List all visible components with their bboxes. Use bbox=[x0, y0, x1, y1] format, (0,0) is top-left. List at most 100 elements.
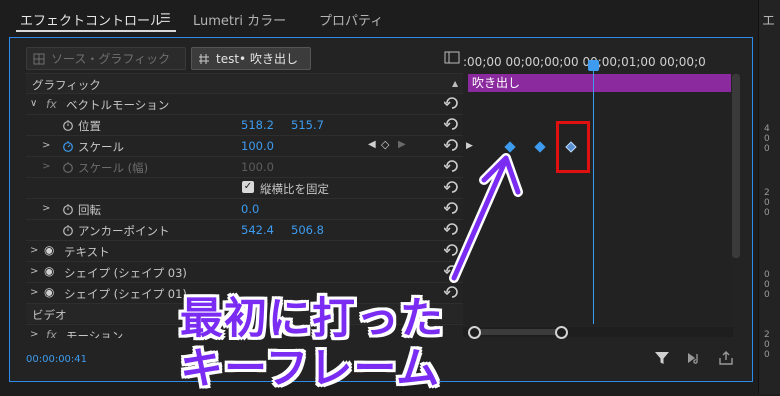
annotation-arrow-icon bbox=[449, 153, 523, 283]
stopwatch-icon[interactable] bbox=[62, 203, 74, 215]
text-layer-row: > ◉ テキスト bbox=[26, 240, 463, 260]
zoom-handle-left[interactable] bbox=[468, 326, 481, 339]
scale-width-row: > スケール (幅) 100.0 bbox=[26, 156, 463, 176]
vector-motion-label: ベクトルモーション bbox=[66, 98, 170, 112]
add-keyframe-icon[interactable]: ◇ bbox=[381, 138, 389, 151]
keyframe-marker[interactable] bbox=[534, 141, 546, 153]
reset-icon[interactable] bbox=[444, 118, 460, 131]
stopwatch-active-icon[interactable] bbox=[62, 140, 74, 152]
play-audio-icon[interactable] bbox=[686, 350, 702, 366]
expand-chevron-icon[interactable]: > bbox=[42, 203, 50, 214]
shape-layer-label: シェイプ (シェイプ 03) bbox=[64, 266, 187, 280]
tab-effect-controls[interactable]: エフェクトコントロール bbox=[20, 10, 163, 29]
shape-layer-label: シェイプ (シェイプ 01) bbox=[64, 287, 187, 301]
graphic-section-label: グラフィック bbox=[32, 78, 101, 92]
sequence-icon bbox=[199, 53, 209, 64]
expand-chevron-icon[interactable]: > bbox=[30, 287, 38, 298]
graphic-section-header[interactable]: グラフィック ▲ bbox=[26, 73, 463, 93]
fx-icon[interactable]: fx bbox=[46, 328, 57, 338]
tab-properties[interactable]: プロパティ bbox=[319, 10, 383, 29]
adjacent-value: 0 bbox=[764, 350, 770, 360]
expand-chevron-icon[interactable]: > bbox=[30, 245, 38, 256]
active-tab-indicator bbox=[16, 30, 176, 32]
scale-value[interactable]: 100.0 bbox=[241, 139, 274, 153]
annotation-line-2: キーフレーム bbox=[180, 344, 441, 394]
uniform-scale-label: 縦横比を固定 bbox=[260, 182, 329, 196]
scale-width-label: スケール (幅) bbox=[78, 161, 149, 175]
playhead-line[interactable] bbox=[593, 62, 594, 324]
expand-chevron-icon[interactable]: > bbox=[42, 161, 50, 172]
source-graphic-label: ソース・グラフィック bbox=[51, 52, 171, 66]
adjacent-value: 0 bbox=[764, 290, 770, 300]
text-layer-label: テキスト bbox=[64, 245, 110, 259]
visibility-eye-icon[interactable]: ◉ bbox=[44, 285, 54, 299]
shape-layer-row: > ◉ シェイプ (シェイプ 03) bbox=[26, 261, 463, 281]
uniform-scale-row: ✓ 縦横比を固定 bbox=[26, 177, 463, 197]
adjacent-panel-values: 2 0 0 bbox=[764, 330, 780, 360]
panel-tab-bar: エフェクトコントロール ☰ Lumetri カラー プロパティ bbox=[0, 0, 780, 36]
zoom-scrollbar[interactable] bbox=[473, 329, 561, 335]
graphic-icon bbox=[33, 53, 45, 64]
filter-icon[interactable] bbox=[654, 350, 670, 366]
anchor-point-row: アンカーポイント 542.4 506.8 bbox=[26, 219, 463, 239]
expand-chevron-icon[interactable]: > bbox=[30, 329, 38, 338]
fx-icon[interactable]: fx bbox=[46, 97, 57, 111]
adjacent-value: 0 bbox=[764, 134, 770, 144]
adjacent-panel-values: 4 0 0 bbox=[764, 124, 780, 154]
tab-lumetri-color[interactable]: Lumetri カラー bbox=[193, 10, 286, 29]
rotation-row: > 回転 0.0 bbox=[26, 198, 463, 218]
toggle-timeline-icon[interactable] bbox=[444, 51, 460, 64]
position-row: 位置 518.2 515.7 bbox=[26, 114, 463, 134]
adjacent-value: 0 bbox=[764, 144, 770, 154]
position-y-value[interactable]: 515.7 bbox=[291, 118, 324, 132]
adjacent-panel-tab[interactable]: エ bbox=[762, 10, 775, 29]
adjacent-value: 2 bbox=[764, 188, 770, 198]
export-icon[interactable] bbox=[718, 350, 734, 366]
video-section-label: ビデオ bbox=[32, 308, 67, 322]
position-x-value[interactable]: 518.2 bbox=[241, 118, 274, 132]
adjacent-value: 0 bbox=[764, 208, 770, 218]
visibility-eye-icon[interactable]: ◉ bbox=[44, 264, 54, 278]
adjacent-value: 0 bbox=[764, 280, 770, 290]
clip-bar[interactable]: 吹き出し bbox=[468, 74, 731, 92]
anchor-y-value[interactable]: 506.8 bbox=[291, 223, 324, 237]
stopwatch-icon[interactable] bbox=[62, 119, 74, 131]
adjacent-value: 4 bbox=[764, 124, 770, 134]
zoom-handle-right[interactable] bbox=[555, 326, 568, 339]
scroll-up-icon[interactable]: ▲ bbox=[452, 79, 458, 88]
active-sequence-button[interactable]: test• 吹き出し bbox=[191, 47, 311, 70]
adjacent-value: 0 bbox=[764, 270, 770, 280]
visibility-eye-icon[interactable]: ◉ bbox=[44, 243, 54, 257]
motion-label: モーション bbox=[66, 329, 124, 338]
vector-motion-row: ∨ fx ベクトルモーション bbox=[26, 93, 463, 113]
next-keyframe-icon[interactable]: ▶ bbox=[398, 139, 406, 150]
playhead-handle[interactable] bbox=[588, 60, 599, 71]
position-label: 位置 bbox=[78, 119, 101, 133]
adjacent-panel-values: 0 0 0 bbox=[764, 270, 780, 300]
stopwatch-icon bbox=[63, 162, 73, 173]
rotation-value[interactable]: 0.0 bbox=[241, 202, 259, 216]
panel-menu-icon[interactable]: ☰ bbox=[160, 11, 171, 25]
scale-label: スケール bbox=[78, 140, 124, 154]
uniform-scale-checkbox[interactable]: ✓ bbox=[242, 181, 254, 193]
scale-row: > スケール 100.0 ◀ ◇ ▶ bbox=[26, 135, 463, 155]
scale-width-value: 100.0 bbox=[241, 160, 274, 174]
adjacent-value: 0 bbox=[764, 198, 770, 208]
expand-chevron-icon[interactable]: ∨ bbox=[30, 98, 37, 109]
active-sequence-label: test• 吹き出し bbox=[216, 52, 298, 66]
anchor-point-label: アンカーポイント bbox=[78, 224, 170, 238]
adjacent-panel-values: 2 0 0 bbox=[764, 188, 780, 218]
anchor-x-value[interactable]: 542.4 bbox=[241, 223, 274, 237]
source-graphic-button[interactable]: ソース・グラフィック bbox=[26, 47, 186, 70]
highlight-box bbox=[556, 121, 590, 173]
expand-chevron-icon[interactable]: > bbox=[30, 266, 38, 277]
rotation-label: 回転 bbox=[78, 203, 101, 217]
expand-chevron-icon[interactable]: > bbox=[42, 140, 50, 151]
adjacent-value: 2 bbox=[764, 330, 770, 340]
vertical-scrollbar[interactable] bbox=[732, 74, 740, 258]
previous-keyframe-icon[interactable]: ◀ bbox=[368, 139, 376, 150]
stopwatch-icon[interactable] bbox=[62, 224, 74, 236]
current-timecode[interactable]: 00:00:00:41 bbox=[26, 354, 87, 365]
reset-icon[interactable] bbox=[444, 97, 460, 110]
adjacent-value: 0 bbox=[764, 340, 770, 350]
